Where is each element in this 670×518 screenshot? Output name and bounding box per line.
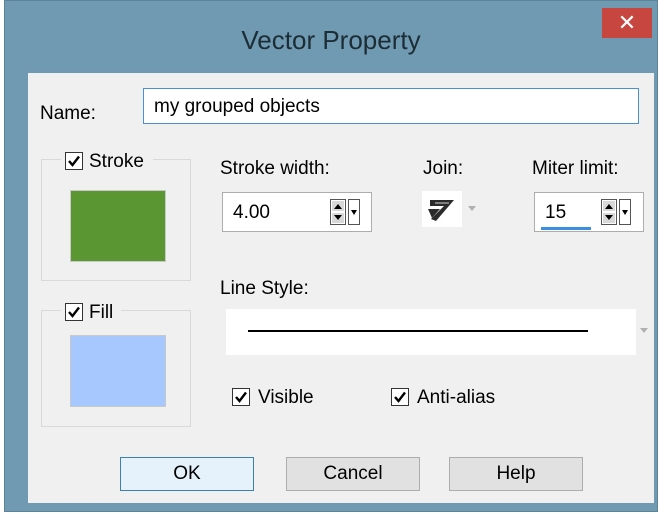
help-button[interactable]: Help — [449, 457, 583, 491]
checkmark-icon — [68, 155, 80, 167]
visible-checkbox[interactable]: Visible — [232, 385, 342, 411]
stroke-checkbox[interactable]: Stroke — [61, 148, 153, 174]
stroke-label: Stroke — [89, 151, 144, 172]
miter-limit-dropdown[interactable] — [619, 199, 631, 225]
dialog-title: Vector Property — [241, 25, 421, 55]
stroke-width-dropdown[interactable] — [348, 199, 360, 225]
stroke-width-label: Stroke width: — [220, 158, 330, 179]
line-style-preview — [248, 330, 588, 332]
close-icon: ✕ — [617, 10, 637, 35]
fill-checkbox-box[interactable] — [65, 303, 83, 321]
stroke-width-spinner[interactable]: 4.00 — [222, 192, 372, 232]
dialog-body: Name: my grouped objects Stroke Stroke w… — [28, 73, 654, 503]
checkmark-icon — [394, 391, 406, 403]
dropdown-arrow-icon — [622, 210, 628, 215]
close-button[interactable]: ✕ — [602, 8, 652, 38]
stroke-checkbox-box[interactable] — [65, 152, 83, 170]
name-input-value: my grouped objects — [154, 96, 320, 117]
name-label: Name: — [40, 103, 96, 124]
fill-checkbox[interactable]: Fill — [61, 299, 121, 325]
antialias-checkbox[interactable]: Anti-alias — [391, 385, 531, 411]
vector-property-dialog: Vector Property ✕ Name: my grouped objec… — [4, 0, 658, 512]
fill-label: Fill — [89, 302, 114, 323]
visible-label: Visible — [258, 387, 314, 408]
antialias-checkbox-box[interactable] — [391, 388, 409, 406]
checkmark-icon — [68, 306, 80, 318]
ok-button[interactable]: OK — [120, 457, 254, 491]
fill-color-swatch[interactable] — [70, 335, 166, 407]
stroke-width-stepper[interactable] — [330, 199, 346, 225]
join-label: Join: — [423, 158, 464, 179]
spin-arrows-icon — [332, 201, 344, 223]
miter-limit-focus-underline — [541, 227, 591, 230]
visible-checkbox-box[interactable] — [232, 388, 250, 406]
line-style-label: Line Style: — [220, 278, 309, 299]
line-style-picker[interactable] — [226, 309, 636, 355]
antialias-label: Anti-alias — [417, 387, 496, 408]
cancel-button[interactable]: Cancel — [286, 457, 420, 491]
checkmark-icon — [235, 391, 247, 403]
miter-limit-value: 15 — [545, 202, 567, 223]
dropdown-arrow-icon — [351, 210, 357, 215]
miter-join-icon — [428, 200, 454, 221]
miter-limit-label: Miter limit: — [532, 158, 619, 179]
join-dropdown-arrow-icon — [468, 206, 476, 211]
miter-limit-spinner[interactable]: 15 — [534, 192, 644, 232]
line-style-dropdown-arrow-icon[interactable] — [639, 327, 649, 335]
stroke-color-swatch[interactable] — [70, 190, 166, 262]
stroke-width-value: 4.00 — [233, 202, 270, 223]
join-picker[interactable] — [422, 191, 482, 227]
spin-arrows-icon — [603, 201, 615, 223]
miter-limit-stepper[interactable] — [601, 199, 617, 225]
name-input[interactable]: my grouped objects — [143, 88, 639, 124]
join-preview — [422, 191, 462, 227]
